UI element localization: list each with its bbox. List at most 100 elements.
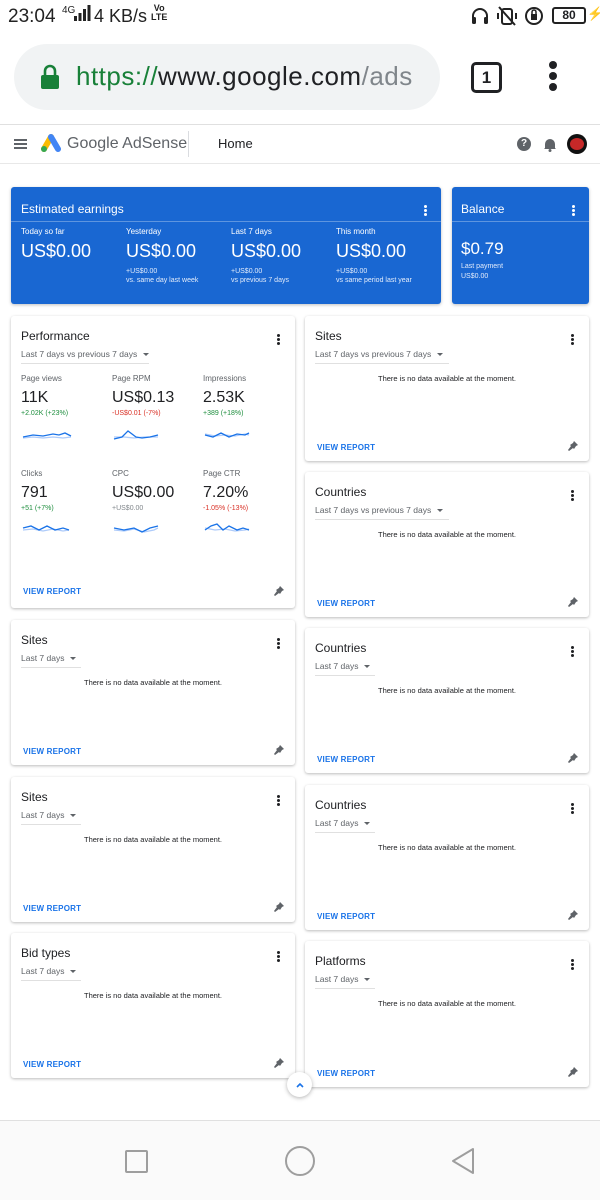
view-report-link[interactable]: VIEW REPORT	[23, 1060, 81, 1069]
card-title: Sites	[21, 633, 48, 647]
metric-tile[interactable]: Page CTR 7.20% -1.05% (-13%)	[203, 469, 293, 541]
metric-tile[interactable]: Page RPM US$0.13 -US$0.01 (-7%)	[112, 374, 202, 446]
report-card: Sites Last 7 days There is no data availab…	[11, 777, 295, 922]
view-report-link[interactable]: VIEW REPORT	[317, 912, 375, 921]
scroll-top-button[interactable]	[287, 1072, 312, 1097]
header-divider	[188, 131, 189, 157]
sparkline-icon	[113, 430, 159, 440]
earnings-delta: +US$0.00	[231, 268, 263, 275]
chevron-down-icon	[70, 814, 77, 818]
address-bar[interactable]: https://www.google.com/ads	[14, 44, 440, 110]
period-dropdown[interactable]: Last 7 days	[315, 974, 375, 989]
earnings-this-month: This month US$0.00 +US$0.00 vs same peri…	[336, 227, 441, 284]
empty-state-message: There is no data available at the moment…	[378, 999, 516, 1008]
balance-menu-icon[interactable]	[571, 204, 575, 217]
card-title: Sites	[315, 329, 342, 343]
view-report-link[interactable]: VIEW REPORT	[317, 443, 375, 452]
period-dropdown[interactable]: Last 7 days	[315, 661, 375, 676]
card-menu-icon[interactable]	[570, 958, 574, 971]
metric-delta: +US$0.00	[112, 505, 144, 512]
view-report-link[interactable]: VIEW REPORT	[317, 1069, 375, 1078]
period-dropdown[interactable]: Last 7 days vs previous 7 days	[315, 349, 449, 364]
metric-value: 2.53K	[203, 389, 245, 406]
sparkline-icon	[22, 432, 72, 439]
report-card: Platforms Last 7 days There is no data ava…	[305, 941, 589, 1087]
card-menu-icon[interactable]	[570, 802, 574, 815]
card-title: Sites	[21, 790, 48, 804]
nav-home[interactable]: Home	[218, 136, 253, 151]
pin-icon[interactable]	[567, 752, 579, 764]
metric-value: US$0.00	[112, 484, 175, 501]
period-dropdown[interactable]: Last 7 days vs previous 7 days	[315, 505, 449, 520]
pin-icon[interactable]	[273, 585, 285, 597]
chevron-down-icon	[143, 353, 150, 357]
view-report-link[interactable]: VIEW REPORT	[23, 904, 81, 913]
period-dropdown[interactable]: Last 7 days	[21, 966, 81, 981]
earnings-value: US$0.00	[21, 241, 92, 261]
chevron-down-icon	[437, 509, 444, 513]
app-header: Google AdSense Home ?	[0, 124, 600, 164]
browser-menu-button[interactable]	[548, 58, 558, 98]
chevron-down-icon	[70, 970, 77, 974]
home-button[interactable]	[285, 1146, 315, 1176]
pin-icon[interactable]	[567, 440, 579, 452]
pin-icon[interactable]	[273, 1057, 285, 1069]
card-title: Countries	[315, 641, 367, 655]
metric-tile[interactable]: Impressions 2.53K +389 (+18%)	[203, 374, 293, 446]
period-dropdown[interactable]: Last 7 days vs previous 7 days	[21, 349, 150, 364]
empty-state-message: There is no data available at the moment…	[378, 686, 516, 695]
card-title: Countries	[315, 485, 367, 499]
pin-icon[interactable]	[567, 596, 579, 608]
back-button[interactable]	[450, 1147, 476, 1175]
metric-label: Clicks	[21, 469, 43, 478]
view-report-link[interactable]: VIEW REPORT	[317, 599, 375, 608]
balance-last-payment-value: US$0.00	[461, 273, 489, 280]
bell-icon[interactable]	[543, 137, 557, 152]
app-brand: Google AdSense	[67, 135, 188, 152]
pin-icon[interactable]	[273, 901, 285, 913]
pin-icon[interactable]	[273, 744, 285, 756]
metric-tile[interactable]: CPC US$0.00 +US$0.00	[112, 469, 202, 541]
volte-indicator: Vo LTE	[151, 3, 168, 22]
recents-button[interactable]	[125, 1150, 148, 1173]
report-card: Sites Last 7 days There is no data availab…	[11, 620, 295, 765]
view-report-link[interactable]: VIEW REPORT	[23, 747, 81, 756]
period-dropdown[interactable]: Last 7 days	[21, 653, 81, 668]
metric-tile[interactable]: Page views 11K +2.02K (+23%)	[21, 374, 111, 446]
card-title: Bid types	[21, 946, 71, 960]
metric-delta: +2.02K (+23%)	[21, 410, 69, 417]
sparkline-icon	[204, 432, 250, 438]
card-menu-icon[interactable]	[570, 489, 574, 502]
view-report-link[interactable]: VIEW REPORT	[23, 587, 81, 596]
pin-icon[interactable]	[567, 1066, 579, 1078]
period-dropdown[interactable]: Last 7 days	[315, 818, 375, 833]
card-menu-icon[interactable]	[276, 950, 280, 963]
balance-title: Balance	[461, 202, 505, 216]
card-menu-icon[interactable]	[570, 333, 574, 346]
card-menu-icon[interactable]	[570, 645, 574, 658]
earnings-label: Today so far	[21, 227, 65, 236]
earnings-value: US$0.00	[336, 241, 407, 261]
avatar[interactable]	[567, 134, 587, 154]
metric-value: 7.20%	[203, 484, 249, 501]
data-saver-icon	[525, 7, 543, 25]
tab-switcher-button[interactable]: 1	[471, 62, 502, 93]
card-menu-icon[interactable]	[276, 333, 280, 346]
menu-icon[interactable]	[14, 139, 27, 149]
earnings-menu-icon[interactable]	[423, 204, 427, 217]
url-text[interactable]: https://www.google.com/ads	[76, 61, 413, 92]
earnings-label: This month	[336, 227, 376, 236]
metric-delta: +51 (+7%)	[21, 505, 54, 512]
help-icon[interactable]: ?	[517, 137, 531, 151]
earnings-yesterday: Yesterday US$0.00 +US$0.00 vs. same day …	[126, 227, 231, 284]
earnings-card: Estimated earnings Today so far US$0.00 …	[11, 187, 441, 304]
pin-icon[interactable]	[567, 909, 579, 921]
view-report-link[interactable]: VIEW REPORT	[317, 755, 375, 764]
period-dropdown[interactable]: Last 7 days	[21, 810, 81, 825]
earnings-value: US$0.00	[231, 241, 302, 261]
card-menu-icon[interactable]	[276, 637, 280, 650]
metric-tile[interactable]: Clicks 791 +51 (+7%)	[21, 469, 111, 541]
card-menu-icon[interactable]	[276, 794, 280, 807]
metric-value: 11K	[21, 389, 49, 406]
report-card: Countries Last 7 days There is no data ava…	[305, 628, 589, 773]
